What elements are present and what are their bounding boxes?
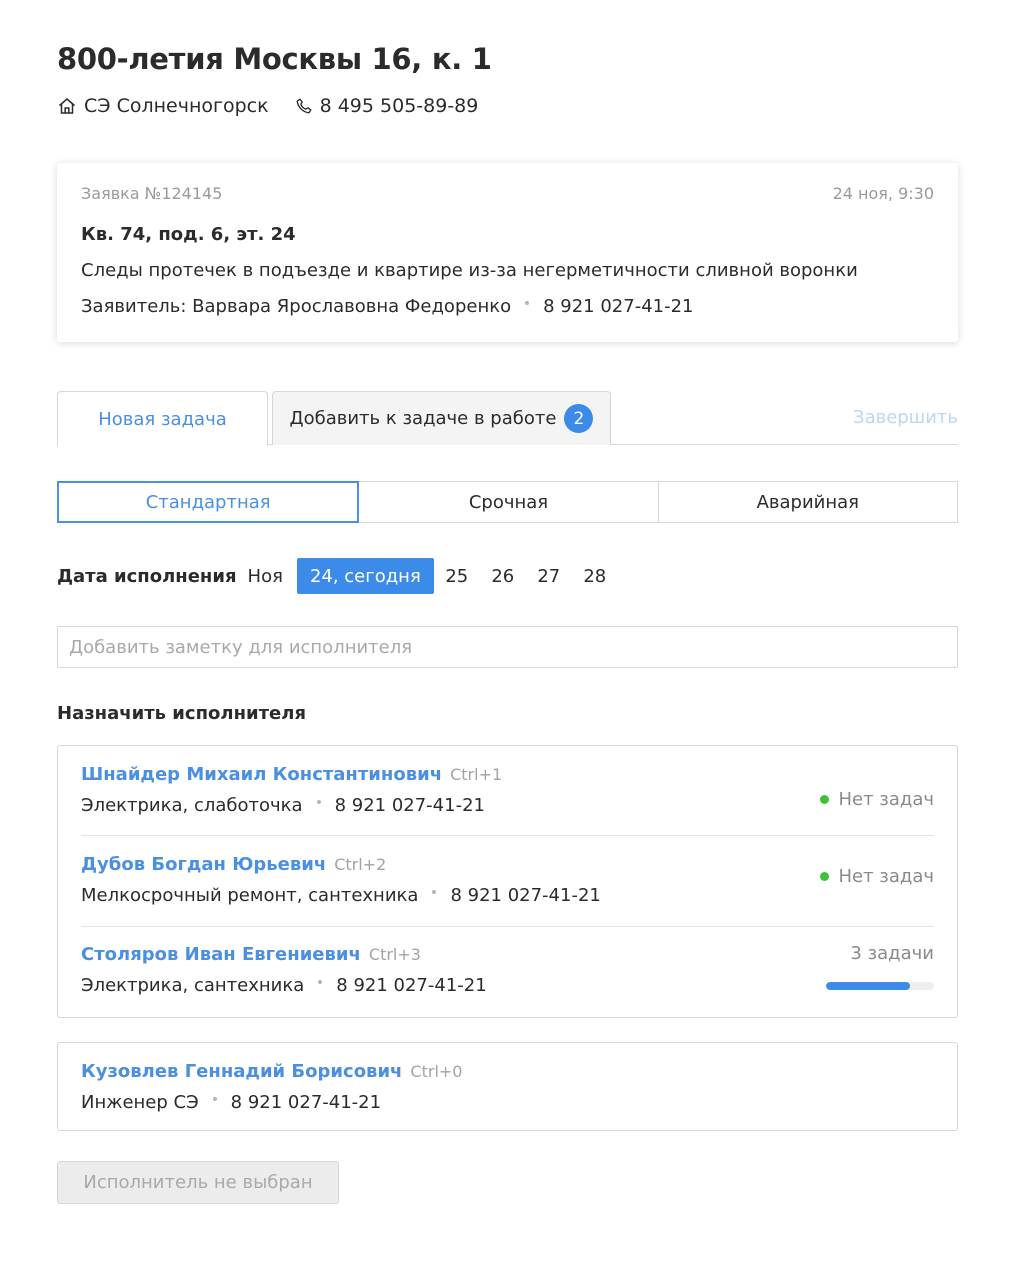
service-phone-number[interactable]: 8 495 505-89-89 xyxy=(320,95,479,117)
assignee-name-row: Шнайдер Михаил Константинович Ctrl+1 xyxy=(81,764,502,785)
engineer-role: Инженер СЭ xyxy=(81,1092,199,1113)
assignee-status: Нет задач xyxy=(820,866,934,887)
assignee-name[interactable]: Шнайдер Михаил Константинович xyxy=(81,764,442,785)
request-description: Следы протечек в подъезде и квартире из-… xyxy=(81,260,858,281)
assignee-item[interactable]: Шнайдер Михаил Константинович Ctrl+1 Эле… xyxy=(81,746,934,836)
assignee-details: Электрика, слаботочка 8 921 027-41-21 xyxy=(81,795,485,816)
assignee-details: Мелкосрочный ремонт, сантехника 8 921 02… xyxy=(81,885,601,906)
date-option-today[interactable]: 24, сегодня xyxy=(296,558,434,594)
assignee-status-text: Нет задач xyxy=(838,789,934,810)
separator-dot xyxy=(212,1096,217,1101)
service-phone[interactable]: 8 495 505-89-89 xyxy=(295,95,479,117)
separator-dot xyxy=(316,799,321,804)
due-date-month: Ноя xyxy=(247,565,283,587)
tasks-count-badge: 2 xyxy=(564,404,594,433)
request-card: Заявка №124145 24 ноя, 9:30 Кв. 74, под.… xyxy=(57,163,958,342)
assignee-list: Шнайдер Михаил Константинович Ctrl+1 Эле… xyxy=(57,745,958,1018)
engineer-item[interactable]: Кузовлев Геннадий Борисович Ctrl+0 Инжен… xyxy=(81,1043,934,1133)
assignee-status: Нет задач xyxy=(820,789,934,810)
assignee-phone: 8 921 027-41-21 xyxy=(450,885,601,906)
workload-bar xyxy=(826,982,934,990)
assignee-name[interactable]: Дубов Богдан Юрьевич xyxy=(81,854,326,875)
request-number: Заявка №124145 xyxy=(81,184,223,203)
date-option[interactable]: 26 xyxy=(480,558,526,594)
request-applicant: Заявитель: Варвара Ярославовна Федоренко… xyxy=(81,296,694,317)
assignee-hotkey: Ctrl+2 xyxy=(334,855,387,874)
finish-button[interactable]: Завершить xyxy=(853,407,958,428)
assignee-phone: 8 921 027-41-21 xyxy=(334,795,485,816)
assignee-specialty: Электрика, слаботочка xyxy=(81,795,303,816)
assignee-hotkey: Ctrl+1 xyxy=(450,765,503,784)
assignee-hotkey: Ctrl+3 xyxy=(368,945,421,964)
assignee-name-row: Дубов Богдан Юрьевич Ctrl+2 xyxy=(81,854,386,875)
separator-dot xyxy=(318,979,323,984)
status-ok-dot xyxy=(820,795,830,804)
assignee-specialty: Электрика, сантехника xyxy=(81,975,305,996)
date-option[interactable]: 27 xyxy=(526,558,572,594)
tab-add-to-task-label: Добавить к задаче в работе xyxy=(289,408,557,429)
separator-dot xyxy=(432,889,437,894)
assignee-phone: 8 921 027-41-21 xyxy=(336,975,487,996)
engineer-phone: 8 921 027-41-21 xyxy=(230,1092,382,1113)
task-tabs: Новая задача Добавить к задаче в работе … xyxy=(57,391,958,446)
assignee-name-row: Столяров Иван Евгениевич Ctrl+3 xyxy=(81,944,421,965)
assignee-status-text: 3 задачи xyxy=(850,943,934,964)
applicant-phone[interactable]: 8 921 027-41-21 xyxy=(543,296,693,317)
assign-section-title: Назначить исполнителя xyxy=(57,703,307,724)
assign-submit-button[interactable]: Исполнитель не выбран xyxy=(57,1161,339,1204)
applicant-name: Заявитель: Варвара Ярославовна Федоренко xyxy=(81,296,512,317)
workload-bar-fill xyxy=(826,982,911,990)
engineer-name-row: Кузовлев Геннадий Борисович Ctrl+0 xyxy=(81,1061,462,1082)
date-option[interactable]: 25 xyxy=(434,558,480,594)
assignee-name[interactable]: Столяров Иван Евгениевич xyxy=(81,944,361,965)
date-option[interactable]: 28 xyxy=(572,558,618,594)
tab-new-task[interactable]: Новая задача xyxy=(57,391,268,446)
tab-add-to-task[interactable]: Добавить к задаче в работе 2 xyxy=(272,391,611,445)
engineer-name[interactable]: Кузовлев Геннадий Борисович xyxy=(81,1061,402,1082)
priority-selector: Стандартная Срочная Аварийная xyxy=(57,481,958,523)
phone-icon xyxy=(296,98,312,114)
address-meta: СЭ Солнечногорск 8 495 505-89-89 xyxy=(57,95,478,117)
request-date: 24 ноя, 9:30 xyxy=(832,184,934,203)
status-ok-dot xyxy=(820,872,830,881)
priority-standard[interactable]: Стандартная xyxy=(57,481,360,523)
assignee-details: Электрика, сантехника 8 921 027-41-21 xyxy=(81,975,487,996)
engineer-details: Инженер СЭ 8 921 027-41-21 xyxy=(81,1092,381,1113)
due-date-picker: Дата исполнения Ноя 24, сегодня 25 26 27… xyxy=(57,558,618,594)
service-org: СЭ Солнечногорск xyxy=(57,95,269,117)
page-title: 800-летия Москвы 16, к. 1 xyxy=(57,42,492,76)
request-address: Кв. 74, под. 6, эт. 24 xyxy=(81,224,296,245)
assignee-item[interactable]: Столяров Иван Евгениевич Ctrl+3 Электрик… xyxy=(81,926,934,1016)
due-date-label: Дата исполнения xyxy=(57,565,237,587)
executor-note-input[interactable] xyxy=(57,626,958,668)
separator-dot xyxy=(525,300,530,305)
priority-urgent[interactable]: Срочная xyxy=(359,481,659,523)
assignee-item[interactable]: Дубов Богдан Юрьевич Ctrl+2 Мелкосрочный… xyxy=(81,836,934,926)
priority-emergency[interactable]: Аварийная xyxy=(658,481,958,523)
assignee-status: 3 задачи xyxy=(850,943,934,964)
assignee-status-text: Нет задач xyxy=(838,866,934,887)
tab-new-task-label: Новая задача xyxy=(98,408,227,430)
engineer-hotkey: Ctrl+0 xyxy=(410,1062,463,1081)
assignee-specialty: Мелкосрочный ремонт, сантехника xyxy=(81,885,419,906)
engineer-card[interactable]: Кузовлев Геннадий Борисович Ctrl+0 Инжен… xyxy=(57,1042,958,1131)
home-icon xyxy=(59,98,75,114)
service-org-name: СЭ Солнечногорск xyxy=(84,95,269,117)
